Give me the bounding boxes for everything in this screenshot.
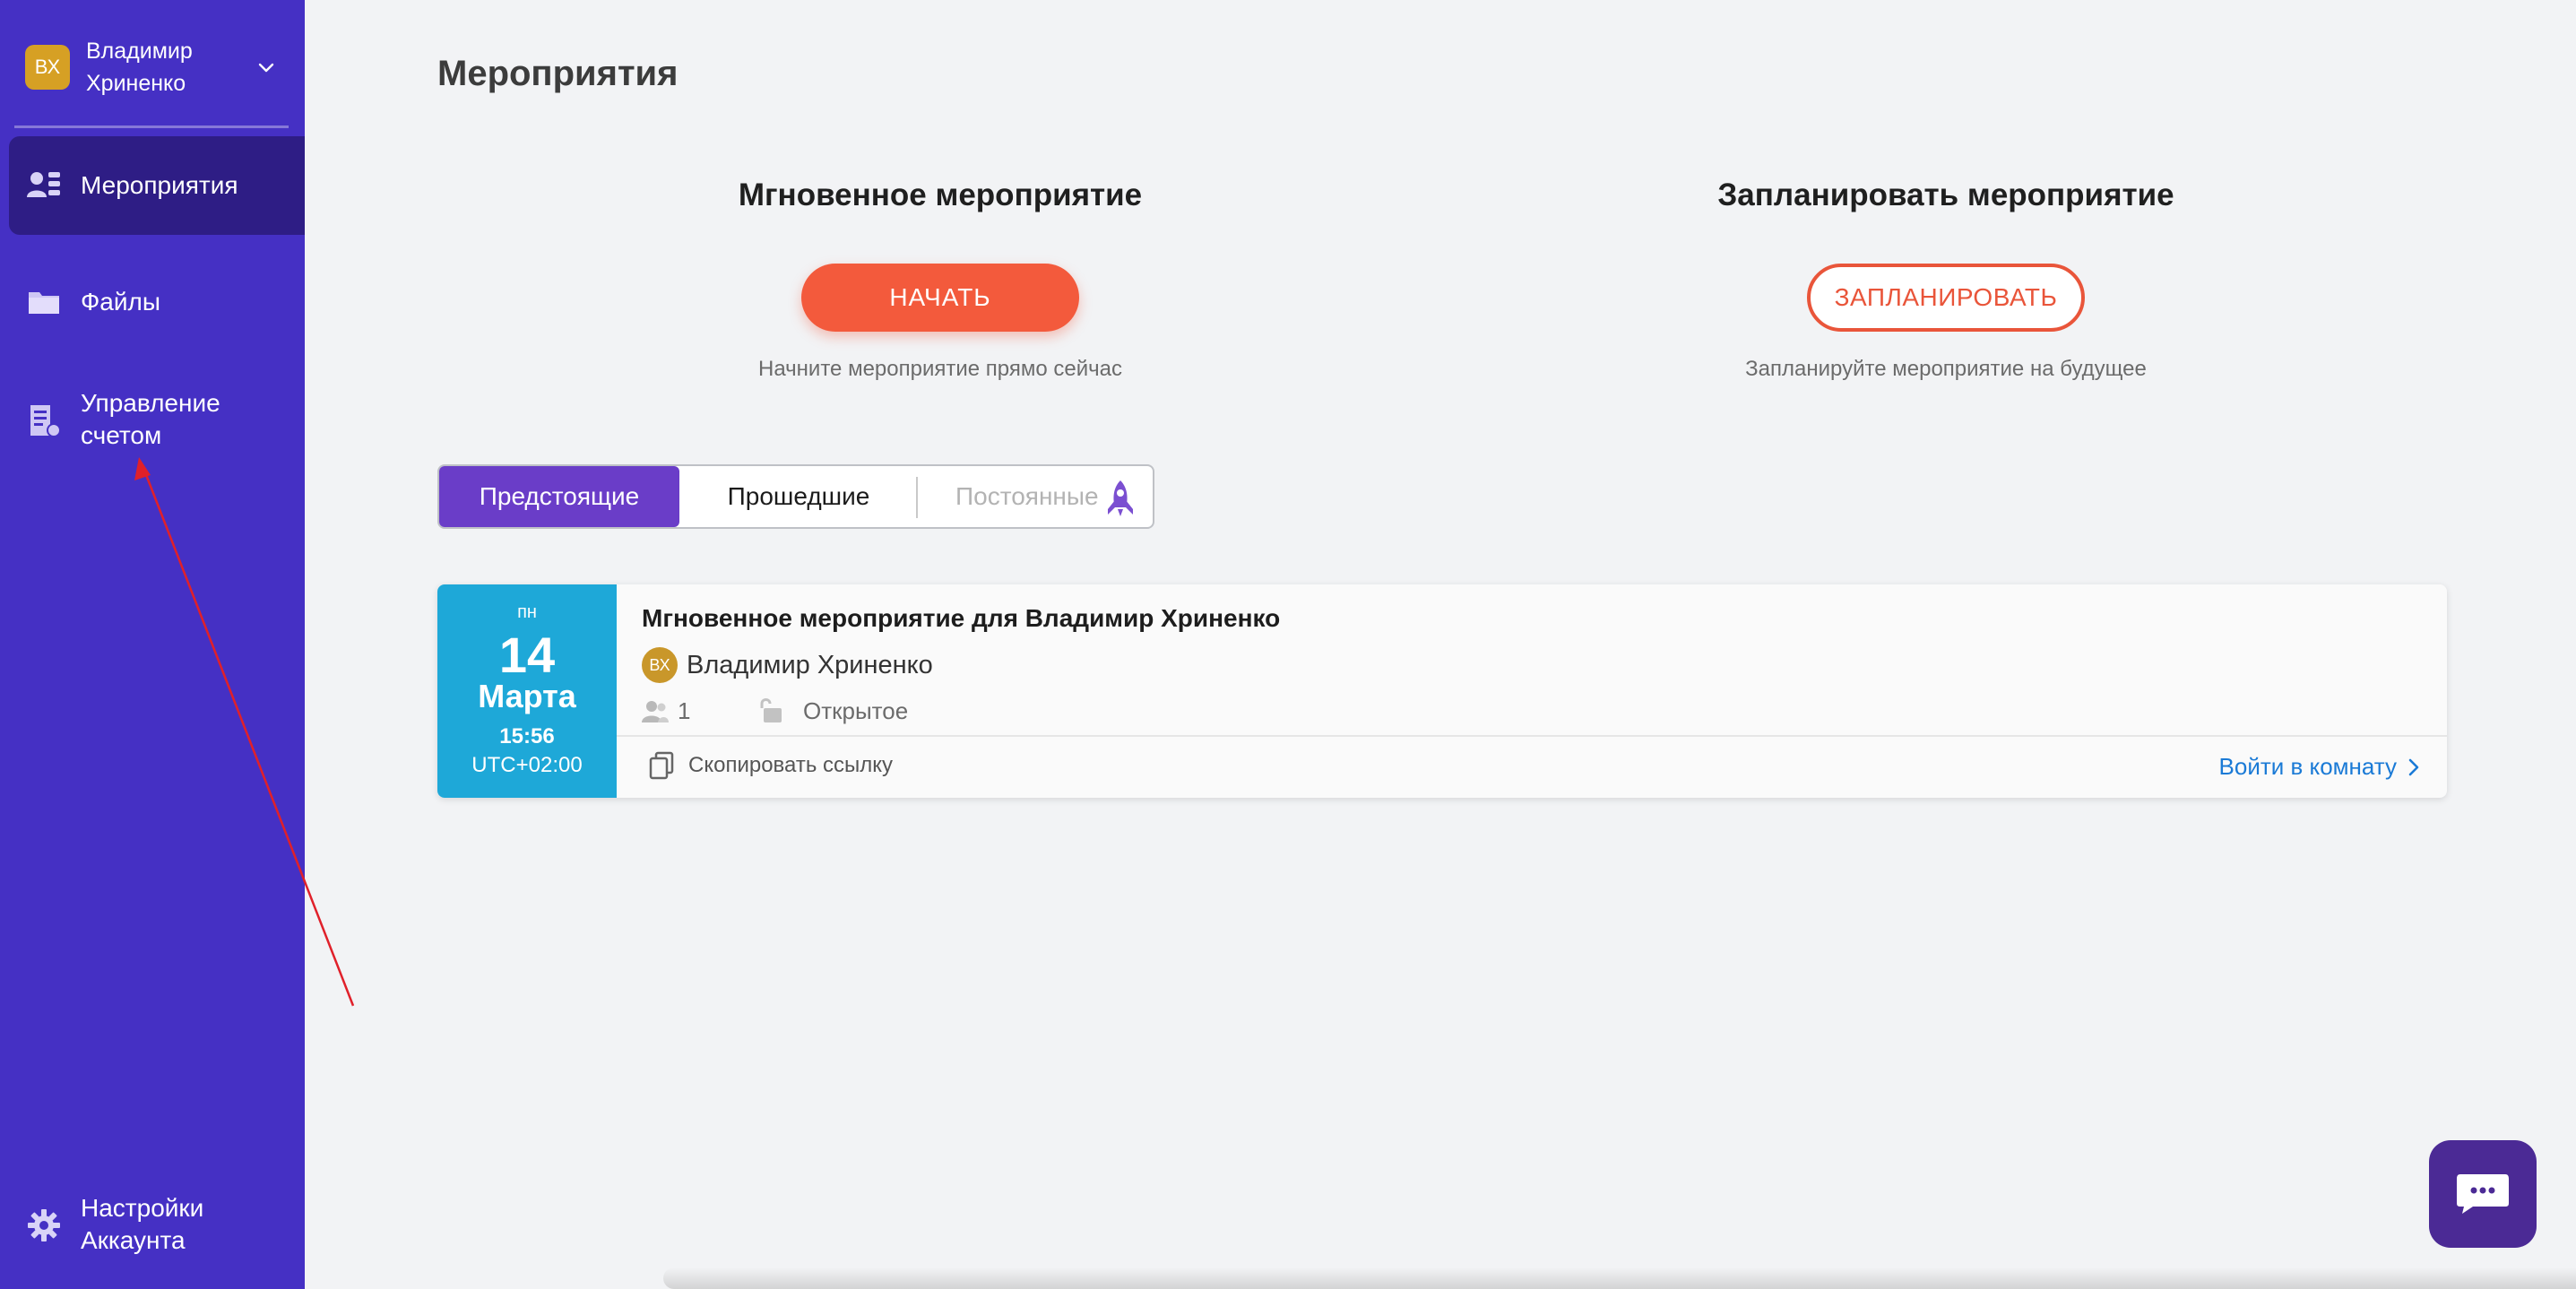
contacts-icon	[27, 172, 60, 197]
enter-room-label: Войти в комнату	[2218, 753, 2397, 780]
folder-icon	[29, 292, 59, 314]
people-icon	[642, 701, 669, 722]
chevron-right-icon	[2408, 758, 2419, 775]
tab-permanent[interactable]: Постоянные	[920, 466, 1154, 527]
event-day: 14	[498, 627, 556, 683]
horizontal-scrollbar[interactable]	[663, 1267, 2576, 1289]
access-status: Открытое	[803, 697, 909, 724]
event-meta: 1 Открытое	[642, 696, 1180, 728]
billing-icon	[30, 405, 61, 437]
event-owner: ВХ Владимир Хриненко	[642, 647, 933, 683]
sidebar-item-files[interactable]: Файлы	[9, 271, 305, 333]
event-month: Марта	[478, 678, 576, 714]
start-button[interactable]: НАЧАТЬ	[801, 264, 1079, 332]
user-menu[interactable]: ВХ Владимир Хриненко	[25, 36, 285, 99]
chat-icon	[2457, 1174, 2509, 1214]
tab-permanent-label: Постоянные	[955, 482, 1099, 510]
user-name: Владимир Хриненко	[86, 39, 193, 96]
sidebar-item-billing[interactable]: Управление счетом	[9, 380, 305, 461]
instant-event-title: Мгновенное мероприятие	[738, 177, 1143, 212]
event-owner-name: Владимир Хриненко	[687, 650, 933, 679]
sidebar-item-label: Управление счетом	[81, 389, 220, 449]
tab-past[interactable]: Прошедшие	[679, 466, 918, 527]
event-date: пн 14 Марта 15:56 UTC+02:00	[437, 584, 617, 798]
events-tabs: Предстоящие Прошедшие Постоянные	[437, 464, 1154, 529]
sidebar-item-events[interactable]: Мероприятия	[9, 136, 305, 235]
event-card[interactable]: пн 14 Марта 15:56 UTC+02:00 Мгновенное м…	[437, 584, 2447, 798]
sidebar-item-label: Настройки Аккаунта	[81, 1194, 204, 1254]
chevron-down-icon[interactable]	[256, 57, 276, 77]
copy-link-label: Скопировать ссылку	[688, 753, 894, 777]
copy-icon	[649, 751, 674, 780]
tab-upcoming[interactable]: Предстоящие	[439, 466, 679, 527]
user-avatar: ВХ	[25, 45, 70, 90]
schedule-button[interactable]: ЗАПЛАНИРОВАТЬ	[1807, 264, 2085, 332]
sidebar: ВХ Владимир Хриненко Мероприятия Файлы У…	[0, 0, 305, 1289]
participants-count: 1	[678, 697, 691, 724]
enter-room-link[interactable]: Войти в комнату	[2219, 753, 2422, 781]
sidebar-item-label: Файлы	[81, 288, 160, 316]
main-content: Мероприятия Мгновенное мероприятие НАЧАТ…	[305, 0, 2576, 1289]
page-title: Мероприятия	[437, 54, 679, 93]
chat-button[interactable]	[2429, 1140, 2537, 1248]
instant-event-subtitle: Начните мероприятие прямо сейчас	[758, 357, 1122, 381]
event-day-of-week: пн	[517, 602, 537, 622]
avatar: ВХ	[642, 647, 678, 683]
sidebar-item-label: Мероприятия	[81, 171, 238, 199]
event-time: 15:56	[499, 724, 555, 748]
event-title: Мгновенное мероприятие для Владимир Хрин…	[642, 604, 1281, 632]
tab-separator	[916, 477, 918, 518]
schedule-event-subtitle: Запланируйте мероприятие на будущее	[1745, 357, 2147, 381]
schedule-event-title: Запланировать мероприятие	[1717, 177, 2174, 212]
copy-link-button[interactable]: Скопировать ссылку	[649, 751, 893, 780]
event-timezone: UTC+02:00	[471, 753, 583, 777]
sidebar-divider	[14, 125, 289, 128]
card-divider	[617, 735, 2447, 737]
sidebar-item-account-settings[interactable]: Настройки Аккаунта	[9, 1187, 305, 1264]
gear-icon	[28, 1209, 60, 1241]
rocket-icon	[1108, 480, 1133, 516]
